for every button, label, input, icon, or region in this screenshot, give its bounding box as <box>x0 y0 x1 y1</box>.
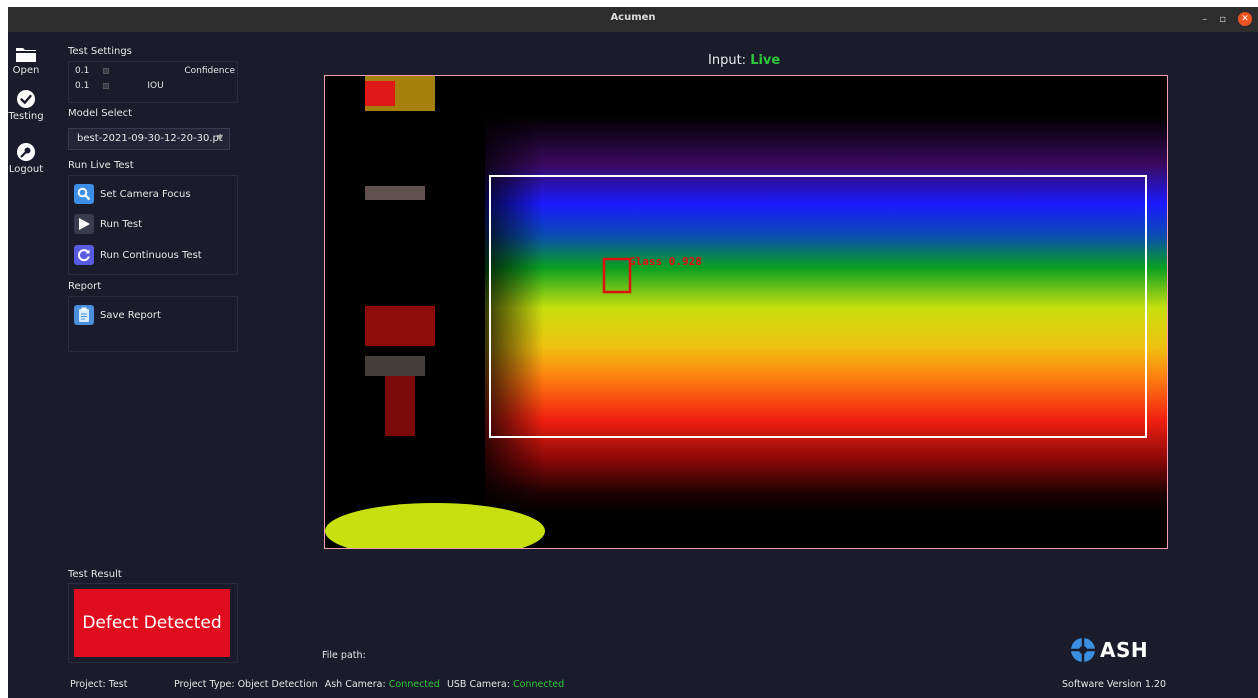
test-result-label: Test Result <box>68 569 122 580</box>
input-title: Input: Live <box>708 53 780 68</box>
nav-logout-label: Logout <box>8 164 44 175</box>
project-label: Project: <box>70 679 106 690</box>
maximize-button[interactable]: ▫ <box>1219 14 1226 25</box>
project-type-value: Object Detection <box>237 679 318 690</box>
confidence-row: 0.1 Confidence <box>75 66 235 76</box>
refresh-icon <box>74 245 94 265</box>
minimize-button[interactable]: – <box>1202 14 1207 25</box>
window-title: Acumen <box>610 12 656 23</box>
window-controls: – ▫ ✕ <box>1202 12 1252 26</box>
ash-logo: ASH <box>1070 637 1148 663</box>
usb-camera-label: USB Camera: <box>446 679 510 690</box>
model-select-label: Model Select <box>68 108 133 119</box>
close-icon: ✕ <box>1241 14 1249 24</box>
confidence-slider[interactable] <box>103 68 110 74</box>
clipboard-icon <box>74 305 94 325</box>
ash-camera-label: Ash Camera: <box>324 679 386 690</box>
run-test-label: Run Test <box>100 218 143 230</box>
set-camera-focus-button[interactable]: Set Camera Focus <box>74 183 191 205</box>
title-bar: Acumen – ▫ ✕ <box>8 7 1258 32</box>
status-project: Project: Test <box>70 679 127 690</box>
model-select-value: best-2021-09-30-12-20-30.pt <box>77 133 223 144</box>
confidence-value: 0.1 <box>75 66 90 76</box>
camera-feed: Glass 0.928 <box>324 75 1168 549</box>
checkmark-icon <box>17 90 35 108</box>
close-button[interactable]: ✕ <box>1238 12 1252 26</box>
nav-logout[interactable]: Logout <box>8 142 44 175</box>
input-label: Input: <box>708 53 747 68</box>
camera-image: Glass 0.928 <box>325 76 1167 548</box>
file-path-label: File path: <box>322 650 366 661</box>
input-status: Live <box>750 53 781 68</box>
run-continuous-test-label: Run Continuous Test <box>100 249 202 261</box>
software-version: Software Version 1.20 <box>1062 679 1167 690</box>
magnifier-icon <box>74 184 94 204</box>
confidence-label: Confidence <box>184 66 235 76</box>
report-label: Report <box>68 281 102 292</box>
status-project-type: Project Type: Object Detection Ash Camer… <box>174 679 564 690</box>
side-nav: Open Testing Logout <box>8 32 50 212</box>
project-value: Test <box>108 679 128 690</box>
iou-row: 0.1 IOU <box>75 81 235 91</box>
run-continuous-test-button[interactable]: Run Continuous Test <box>74 244 202 266</box>
ash-camera-status: Connected <box>388 679 440 690</box>
folder-icon <box>16 48 36 62</box>
usb-camera-status: Connected <box>512 679 565 690</box>
run-live-test-label: Run Live Test <box>68 160 134 171</box>
iou-slider[interactable] <box>103 83 110 89</box>
nav-testing-label: Testing <box>8 111 44 122</box>
run-test-button[interactable]: Run Test <box>74 213 142 235</box>
app-window: Acumen – ▫ ✕ Open Testing Logout Test Se… <box>8 7 1258 698</box>
set-camera-focus-label: Set Camera Focus <box>100 188 191 200</box>
model-select-dropdown[interactable]: best-2021-09-30-12-20-30.pt ▼ <box>68 128 230 150</box>
ash-logo-text: ASH <box>1100 638 1149 662</box>
save-report-button[interactable]: Save Report <box>74 304 161 326</box>
project-type-label: Project Type: <box>174 679 235 690</box>
iou-value: 0.1 <box>75 81 90 91</box>
save-report-label: Save Report <box>100 309 161 321</box>
nav-open-label: Open <box>12 65 40 76</box>
test-settings-label: Test Settings <box>68 46 132 57</box>
iou-label: IOU <box>147 81 164 91</box>
nav-testing[interactable]: Testing <box>8 89 44 122</box>
nav-open[interactable]: Open <box>8 45 44 76</box>
ash-logo-icon <box>1071 638 1095 662</box>
test-result-badge: Defect Detected <box>74 589 230 657</box>
chevron-down-icon: ▼ <box>216 133 223 142</box>
detection-label: Glass 0.928 <box>629 255 702 268</box>
key-icon <box>17 143 35 161</box>
play-icon <box>74 214 94 234</box>
